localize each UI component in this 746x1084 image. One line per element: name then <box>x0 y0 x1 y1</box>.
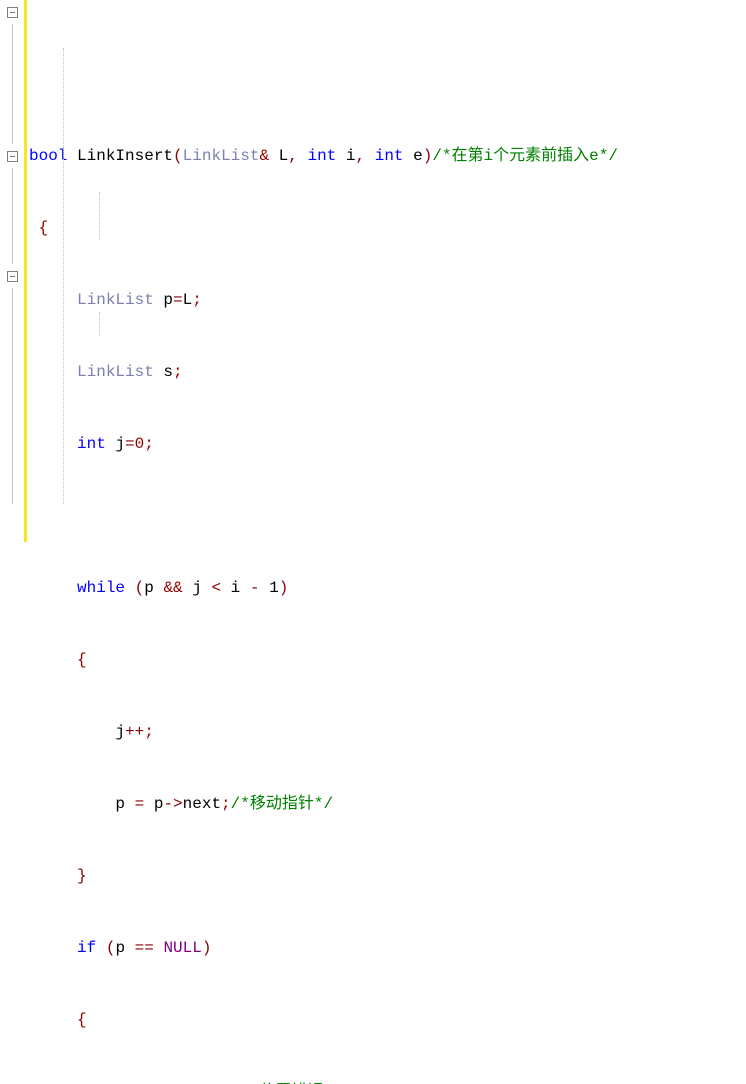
code-line: return false;/*位置错误*/ <box>29 1080 746 1084</box>
code-line: LinkList s; <box>29 360 746 384</box>
fold-icon[interactable] <box>7 271 18 282</box>
code-line: bool LinkInsert(LinkList& L, int i, int … <box>29 144 746 168</box>
code-line: while (p && j < i - 1) <box>29 576 746 600</box>
fold-gutter <box>0 0 24 542</box>
code-line: { <box>29 648 746 672</box>
code-line: { <box>29 1008 746 1032</box>
fold-icon[interactable] <box>7 7 18 18</box>
code-line: { <box>29 216 746 240</box>
code-line: int j=0; <box>29 432 746 456</box>
code-line: LinkList p=L; <box>29 288 746 312</box>
code-line <box>29 504 746 528</box>
code-line: if (p == NULL) <box>29 936 746 960</box>
code-line: } <box>29 864 746 888</box>
fold-icon[interactable] <box>7 151 18 162</box>
code-editor: bool LinkInsert(LinkList& L, int i, int … <box>0 0 746 542</box>
code-line: j++; <box>29 720 746 744</box>
code-line: p = p->next;/*移动指针*/ <box>29 792 746 816</box>
code-area[interactable]: bool LinkInsert(LinkList& L, int i, int … <box>24 0 746 542</box>
